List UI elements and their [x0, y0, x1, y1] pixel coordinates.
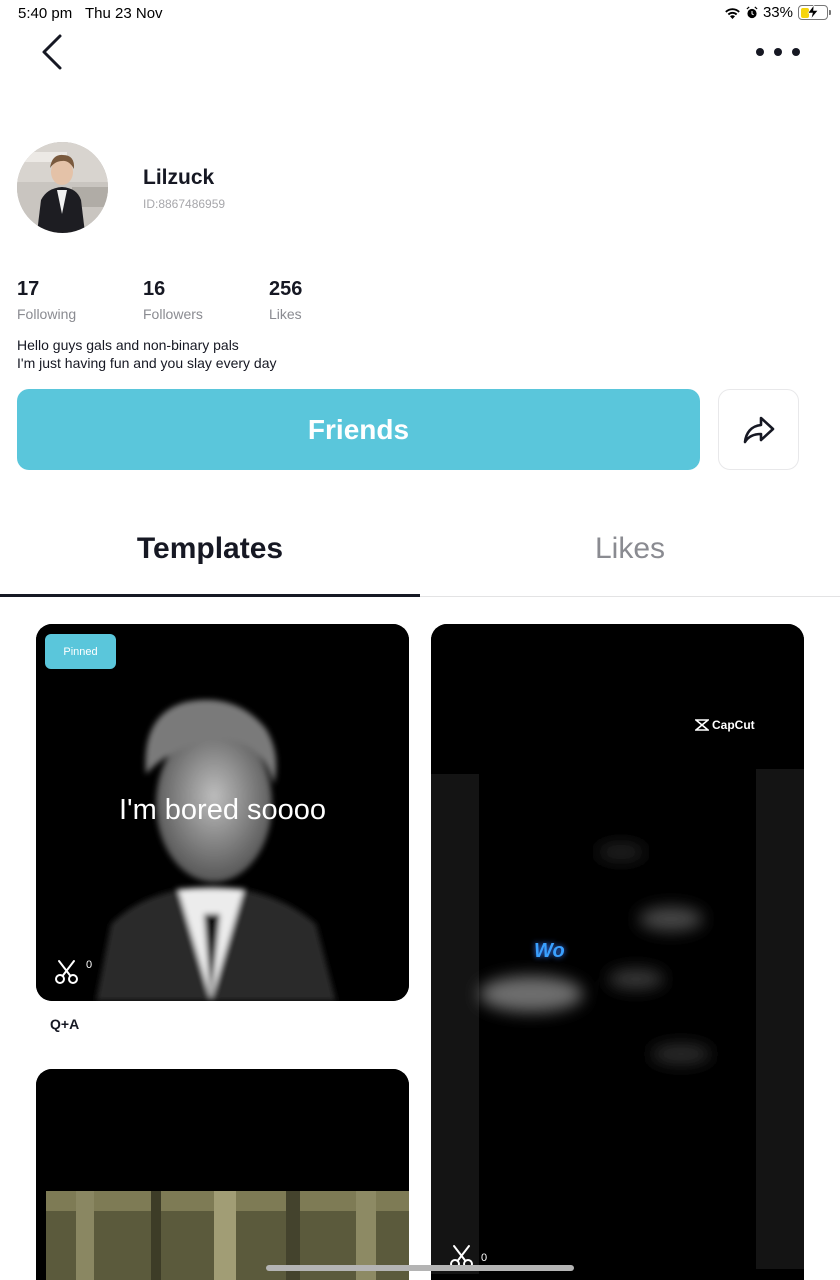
user-id: ID:8867486959: [143, 197, 226, 211]
template-card[interactable]: CapCut Wo 0: [431, 624, 804, 1280]
status-time: 5:40 pm: [18, 5, 73, 22]
stat-label: Followers: [143, 306, 203, 322]
status-indicators: 33%: [724, 4, 831, 21]
template-thumbnail: [36, 1069, 409, 1280]
capcut-watermark: CapCut: [695, 718, 755, 732]
bio: Hello guys gals and non-binary pals I'm …: [17, 336, 276, 372]
back-button[interactable]: [34, 30, 70, 74]
share-button[interactable]: [718, 389, 799, 470]
cut-count: 0: [54, 959, 92, 985]
more-options-button[interactable]: [756, 40, 800, 64]
stat-following[interactable]: 17 Following: [17, 278, 76, 322]
stat-value: 256: [269, 278, 303, 300]
status-date: Thu 23 Nov: [85, 5, 163, 22]
bio-line: I'm just having fun and you slay every d…: [17, 355, 277, 371]
scissors-icon: [55, 960, 78, 984]
active-tab-indicator: [0, 594, 420, 597]
template-caption: Wo: [534, 940, 565, 962]
stat-followers[interactable]: 16 Followers: [143, 278, 203, 322]
template-card[interactable]: [36, 1069, 409, 1280]
home-indicator[interactable]: [266, 1265, 574, 1271]
template-caption: I'm bored soooo: [118, 794, 327, 826]
cut-count-value: 0: [481, 1252, 488, 1264]
capcut-label: CapCut: [712, 718, 755, 732]
tab-likes[interactable]: Likes: [420, 532, 840, 566]
friends-button[interactable]: Friends: [17, 389, 700, 470]
wifi-icon: [725, 7, 740, 19]
bio-line: Hello guys gals and non-binary pals: [17, 337, 239, 353]
chevron-left-icon: [42, 34, 62, 70]
battery-percent: 33%: [762, 4, 793, 21]
more-dots-icon: [756, 48, 764, 56]
stat-label: Following: [17, 306, 77, 322]
share-arrow-icon: [743, 416, 774, 443]
pinned-badge: Pinned: [45, 634, 116, 669]
stat-label: Likes: [269, 306, 302, 322]
stat-likes[interactable]: 256 Likes: [269, 278, 302, 322]
tab-templates[interactable]: Templates: [0, 532, 420, 566]
alarm-icon: [746, 6, 758, 19]
battery-charging-icon: [798, 5, 831, 20]
stat-value: 16: [143, 278, 166, 300]
avatar[interactable]: [17, 142, 108, 233]
status-bar: 5:40 pm Thu 23 Nov 33%: [0, 0, 840, 28]
template-card[interactable]: Pinned I'm bored soooo 0: [36, 624, 409, 1001]
cut-count-value: 0: [86, 959, 93, 971]
profile-page: 5:40 pm Thu 23 Nov 33% Lilzuck ID:886748…: [0, 0, 840, 1280]
template-title[interactable]: Q+A: [50, 1016, 79, 1032]
stat-value: 17: [17, 278, 40, 300]
capcut-logo-icon: [695, 719, 709, 731]
avatar-image: [17, 142, 108, 233]
username: Lilzuck: [143, 166, 215, 189]
